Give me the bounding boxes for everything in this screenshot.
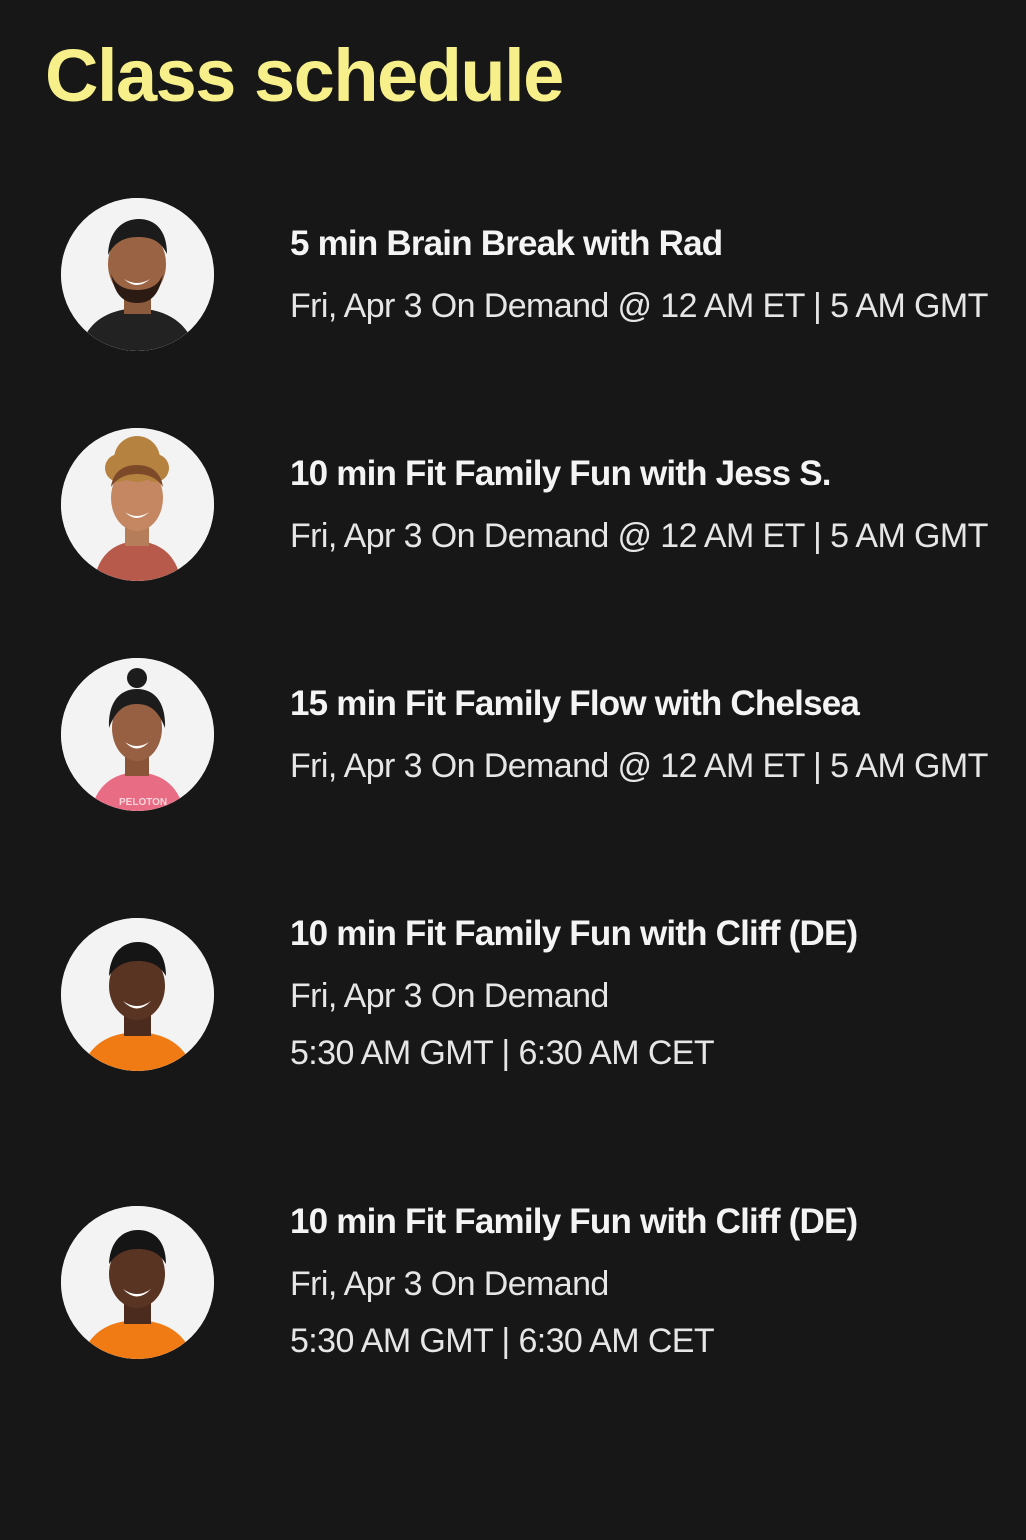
class-list-item[interactable]: 10 min Fit Family Fun with Cliff (DE) Fr…: [0, 870, 1026, 1072]
class-list-item[interactable]: 10 min Fit Family Fun with Jess S. Fri, …: [0, 410, 1026, 610]
class-title: 10 min Fit Family Fun with Cliff (DE): [290, 914, 858, 953]
class-title: 5 min Brain Break with Rad: [290, 224, 723, 263]
class-schedule-text: Fri, Apr 3 On Demand: [290, 1265, 609, 1303]
instructor-rad-avatar-icon: [61, 198, 214, 351]
class-time-zone-text: 5:30 AM GMT | 6:30 AM CET: [290, 1034, 715, 1072]
instructor-avatar: [61, 428, 214, 581]
class-time-zone-text: 5:30 AM GMT | 6:30 AM CET: [290, 1322, 715, 1360]
class-list-item[interactable]: 5 min Brain Break with Rad Fri, Apr 3 On…: [0, 180, 1026, 380]
page-title: Class schedule: [45, 34, 564, 117]
instructor-cliff-avatar-icon: [61, 1206, 214, 1359]
instructor-cliff-avatar-icon: [61, 918, 214, 1071]
class-schedule-text: Fri, Apr 3 On Demand: [290, 977, 609, 1015]
instructor-avatar: [61, 1206, 214, 1359]
class-title: 10 min Fit Family Fun with Jess S.: [290, 454, 832, 493]
class-title: 10 min Fit Family Fun with Cliff (DE): [290, 1202, 858, 1241]
instructor-avatar: [61, 198, 214, 351]
shirt-logo-text: PELOTON: [119, 797, 167, 808]
class-list-item[interactable]: 10 min Fit Family Fun with Cliff (DE) Fr…: [0, 1158, 1026, 1360]
class-schedule-text: Fri, Apr 3 On Demand @ 12 AM ET | 5 AM G…: [290, 747, 988, 785]
class-schedule-text: Fri, Apr 3 On Demand @ 12 AM ET | 5 AM G…: [290, 517, 988, 555]
class-title: 15 min Fit Family Flow with Chelsea: [290, 684, 860, 723]
class-schedule-text: Fri, Apr 3 On Demand @ 12 AM ET | 5 AM G…: [290, 287, 988, 325]
instructor-avatar: [61, 918, 214, 1071]
class-list-item[interactable]: PELOTON 15 min Fit Family Flow with Chel…: [0, 640, 1026, 840]
instructor-chelsea-avatar-icon: PELOTON: [61, 658, 214, 811]
instructor-avatar: PELOTON: [61, 658, 214, 811]
instructor-jess-avatar-icon: [61, 428, 214, 581]
